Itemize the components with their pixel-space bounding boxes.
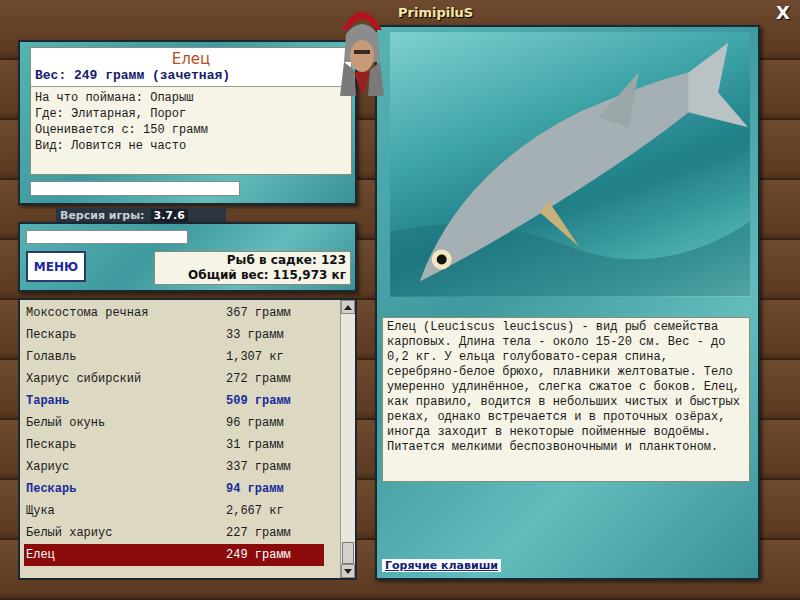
fish-row-weight: 509 грамм (226, 394, 291, 408)
fish-name: Голавль (26, 350, 226, 364)
fish-row[interactable]: Моксостома речная367 грамм (24, 302, 324, 324)
scrollbar[interactable] (340, 300, 355, 578)
catch-detail: Вид: Ловится не часто (35, 138, 347, 154)
fish-name: Хариус (26, 460, 226, 474)
fish-row-weight: 94 грамм (226, 482, 284, 496)
close-button[interactable]: X (776, 2, 790, 23)
fish-row-weight: 96 грамм (226, 416, 284, 430)
fish-row[interactable]: Пескарь94 грамм (24, 478, 324, 500)
fish-name: Моксостома речная (26, 306, 226, 320)
scroll-up-icon[interactable] (341, 300, 355, 314)
fish-name: Хариус сибирский (26, 372, 226, 386)
scroll-down-icon[interactable] (341, 564, 355, 578)
catch-header: ЕлецВес: 249 грамм (зачетная) (31, 48, 351, 87)
top-strip: PrimipiluS X (0, 0, 800, 25)
catch-detail: Где: Элитарная, Порог (35, 106, 347, 122)
fish-row[interactable]: Пескарь33 грамм (24, 324, 324, 346)
catch-info: ЕлецВес: 249 грамм (зачетная)На что пойм… (30, 47, 352, 175)
fish-row[interactable]: Тарань509 грамм (24, 390, 324, 412)
main-area: ЕлецВес: 249 грамм (зачетная)На что пойм… (0, 25, 800, 580)
control-panel: МЕНЮ Рыб в садке: 123Общий вес: 115,973 к… (18, 222, 357, 292)
keepnet-box: Рыб в садке: 123Общий вес: 115,973 кг (154, 251, 351, 285)
fish-photo (390, 32, 750, 297)
fish-row[interactable]: Белый хариус227 грамм (24, 522, 324, 544)
version-label: Версия игры: (60, 209, 145, 222)
fish-row-weight: 227 грамм (226, 526, 291, 540)
fish-row[interactable]: Елец249 грамм (24, 544, 324, 566)
fish-list: Моксостома речная367 граммПескарь33 грам… (20, 300, 340, 578)
fish-list-panel: Моксостома речная367 граммПескарь33 грам… (18, 298, 357, 580)
version-tab: Версия игры: 3.7.6 (56, 208, 226, 222)
player-name: PrimipiluS (0, 5, 473, 20)
helmet-logo-icon (336, 0, 388, 100)
left-column: ЕлецВес: 249 грамм (зачетная)На что пойм… (18, 25, 357, 580)
fish-name: Пескарь (26, 328, 226, 342)
version-value: 3.7.6 (151, 209, 188, 222)
fish-row-weight: 367 грамм (226, 306, 291, 320)
scroll-track[interactable] (341, 314, 355, 564)
fish-title: Елец (35, 50, 347, 68)
catch-detail: Оценивается с: 150 грамм (35, 122, 347, 138)
fish-name: Щука (26, 504, 226, 518)
keepnet-total: Общий вес: 115,973 кг (159, 268, 346, 283)
fish-row[interactable]: Щука2,667 кг (24, 500, 324, 522)
fish-row-weight: 272 грамм (226, 372, 291, 386)
fish-info-screen: PrimipiluSXЕлецВес: 249 грамм (зачетная)… (0, 0, 800, 600)
fish-weight: Вес: 249 грамм (зачетная) (35, 68, 347, 83)
control-row: МЕНЮ Рыб в садке: 123Общий вес: 115,973 к… (26, 251, 351, 285)
catch-details: На что поймана: ОпарышГде: Элитарная, По… (31, 87, 351, 157)
fish-detail-panel: Елец (Leuciscus leuciscus) - вид рыб сем… (375, 25, 760, 580)
fish-row[interactable]: Белый окунь96 грамм (24, 412, 324, 434)
catch-card: ЕлецВес: 249 грамм (зачетная)На что пойм… (18, 40, 357, 205)
fish-icon (390, 32, 750, 297)
fish-row-weight: 249 грамм (226, 548, 291, 562)
fish-row[interactable]: Хариус сибирский272 грамм (24, 368, 324, 390)
keepnet-count: Рыб в садке: 123 (159, 253, 346, 268)
fish-row[interactable]: Хариус337 грамм (24, 456, 324, 478)
fish-name: Елец (26, 548, 226, 562)
fish-name: Пескарь (26, 482, 226, 496)
fish-row[interactable]: Пескарь31 грамм (24, 434, 324, 456)
fish-row-weight: 2,667 кг (226, 504, 284, 518)
fish-row[interactable]: Голавль1,307 кг (24, 346, 324, 368)
fish-row-weight: 337 грамм (226, 460, 291, 474)
fish-row-weight: 1,307 кг (226, 350, 284, 364)
fish-name: Тарань (26, 394, 226, 408)
status-bar (26, 230, 188, 244)
input-bar (30, 181, 240, 196)
menu-button[interactable]: МЕНЮ (26, 251, 86, 282)
fish-row-weight: 31 грамм (226, 438, 284, 452)
catch-detail: На что поймана: Опарыш (35, 90, 347, 106)
fish-row-weight: 33 грамм (226, 328, 284, 342)
hotkeys-link[interactable]: Горячие клавиши (382, 559, 501, 572)
fish-name: Пескарь (26, 438, 226, 452)
fish-description: Елец (Leuciscus leuciscus) - вид рыб сем… (382, 317, 750, 482)
scroll-thumb[interactable] (342, 542, 354, 564)
fish-name: Белый хариус (26, 526, 226, 540)
fish-name: Белый окунь (26, 416, 226, 430)
